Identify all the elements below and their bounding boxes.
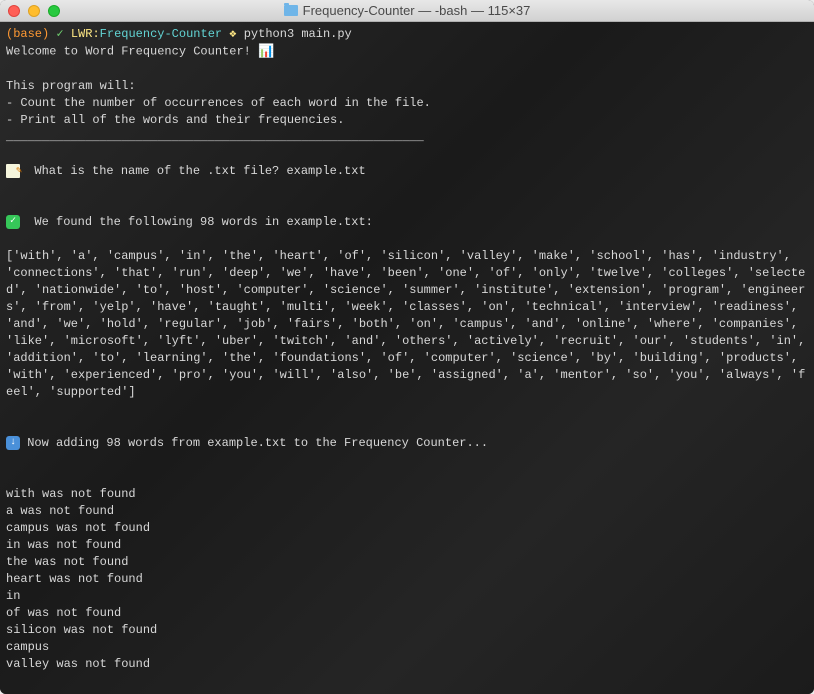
traffic-lights [8, 5, 60, 17]
not-found-line: of was not found [6, 606, 121, 620]
close-button[interactable] [8, 5, 20, 17]
folder-icon [284, 5, 298, 16]
file-prompt: What is the name of the .txt file? examp… [34, 164, 365, 178]
titlebar[interactable]: Frequency-Counter — -bash — 115×37 [0, 0, 814, 22]
not-found-line: in [6, 589, 20, 603]
not-found-line: the was not found [6, 555, 128, 569]
not-found-line: valley was not found [6, 657, 150, 671]
terminal-window: Frequency-Counter — -bash — 115×37 (base… [0, 0, 814, 694]
divider-line: ________________________________________… [6, 130, 424, 144]
chart-icon: 📊 [258, 43, 274, 60]
maximize-button[interactable] [48, 5, 60, 17]
not-found-line: with was not found [6, 487, 136, 501]
checkmark-icon: ✓ [6, 215, 20, 229]
not-found-line: in was not found [6, 538, 121, 552]
window-title: Frequency-Counter — -bash — 115×37 [0, 3, 814, 18]
welcome-line: Welcome to Word Frequency Counter! [6, 45, 258, 59]
title-text: Frequency-Counter — -bash — 115×37 [303, 3, 531, 18]
prompt-path: Frequency-Counter [100, 27, 222, 41]
prompt-env: (base) [6, 27, 49, 41]
not-found-line: a was not found [6, 504, 114, 518]
word-list-output: ['with', 'a', 'campus', 'in', 'the', 'he… [6, 249, 813, 399]
not-found-line: campus [6, 640, 49, 654]
memo-icon [6, 164, 20, 178]
terminal-content[interactable]: (base) ✓ LWR:Frequency-Counter ❖ python3… [0, 22, 814, 694]
intro-header: This program will: [6, 79, 136, 93]
not-found-line: silicon was not found [6, 623, 157, 637]
not-found-line: heart was not found [6, 572, 143, 586]
not-found-line: campus was not found [6, 521, 150, 535]
prompt-symbol: ❖ [229, 27, 236, 41]
arrow-down-icon: ↓ [6, 436, 20, 450]
intro-line-1: - Count the number of occurrences of eac… [6, 96, 431, 110]
command-text: python3 main.py [244, 27, 352, 41]
intro-line-2: - Print all of the words and their frequ… [6, 113, 344, 127]
prompt-host: LWR: [71, 27, 100, 41]
found-header: We found the following 98 words in examp… [34, 215, 372, 229]
minimize-button[interactable] [28, 5, 40, 17]
prompt-check-icon: ✓ [56, 27, 63, 41]
adding-header: Now adding 98 words from example.txt to … [27, 436, 488, 450]
